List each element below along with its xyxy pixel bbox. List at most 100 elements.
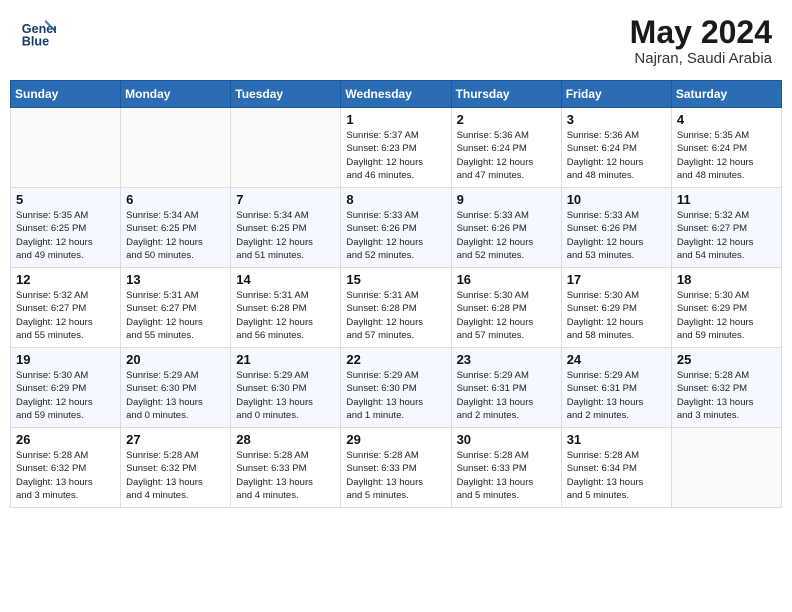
month-title: May 2024 (630, 15, 772, 50)
calendar-cell: 26 Sunrise: 5:28 AMSunset: 6:32 PMDayligh… (11, 428, 121, 508)
day-info: Sunrise: 5:28 AMSunset: 6:32 PMDaylight:… (677, 369, 776, 422)
calendar-cell: 22 Sunrise: 5:29 AMSunset: 6:30 PMDayligh… (341, 348, 451, 428)
day-number: 23 (457, 352, 556, 367)
calendar-cell: 13 Sunrise: 5:31 AMSunset: 6:27 PMDayligh… (121, 268, 231, 348)
day-info: Sunrise: 5:29 AMSunset: 6:30 PMDaylight:… (346, 369, 445, 422)
day-number: 25 (677, 352, 776, 367)
day-info: Sunrise: 5:33 AMSunset: 6:26 PMDaylight:… (567, 209, 666, 262)
day-number: 3 (567, 112, 666, 127)
day-info: Sunrise: 5:33 AMSunset: 6:26 PMDaylight:… (346, 209, 445, 262)
calendar-cell: 10 Sunrise: 5:33 AMSunset: 6:26 PMDayligh… (561, 188, 671, 268)
day-info: Sunrise: 5:37 AMSunset: 6:23 PMDaylight:… (346, 129, 445, 182)
title-area: May 2024 Najran, Saudi Arabia (630, 15, 772, 67)
weekday-header-thursday: Thursday (451, 81, 561, 108)
weekday-header-saturday: Saturday (671, 81, 781, 108)
weekday-header-wednesday: Wednesday (341, 81, 451, 108)
calendar-cell: 18Sunrise: 5:30 AMSunset: 6:29 PMDayligh… (671, 268, 781, 348)
day-number: 20 (126, 352, 225, 367)
calendar-table: SundayMondayTuesdayWednesdayThursdayFrid… (10, 80, 782, 508)
calendar-cell: 8 Sunrise: 5:33 AMSunset: 6:26 PMDaylight… (341, 188, 451, 268)
calendar-cell: 5 Sunrise: 5:35 AMSunset: 6:25 PMDaylight… (11, 188, 121, 268)
calendar-cell: 30 Sunrise: 5:28 AMSunset: 6:33 PMDayligh… (451, 428, 561, 508)
calendar-cell: 9 Sunrise: 5:33 AMSunset: 6:26 PMDaylight… (451, 188, 561, 268)
weekday-header-monday: Monday (121, 81, 231, 108)
day-number: 30 (457, 432, 556, 447)
calendar-cell: 23Sunrise: 5:29 AMSunset: 6:31 PMDayligh… (451, 348, 561, 428)
calendar-cell: 31Sunrise: 5:28 AMSunset: 6:34 PMDayligh… (561, 428, 671, 508)
day-number: 6 (126, 192, 225, 207)
day-info: Sunrise: 5:34 AMSunset: 6:25 PMDaylight:… (126, 209, 225, 262)
day-number: 2 (457, 112, 556, 127)
day-info: Sunrise: 5:36 AMSunset: 6:24 PMDaylight:… (457, 129, 556, 182)
day-info: Sunrise: 5:31 AMSunset: 6:28 PMDaylight:… (236, 289, 335, 342)
day-number: 11 (677, 192, 776, 207)
calendar-cell: 11Sunrise: 5:32 AMSunset: 6:27 PMDayligh… (671, 188, 781, 268)
day-info: Sunrise: 5:28 AMSunset: 6:32 PMDaylight:… (16, 449, 115, 502)
calendar-cell: 2 Sunrise: 5:36 AMSunset: 6:24 PMDaylight… (451, 108, 561, 188)
day-info: Sunrise: 5:28 AMSunset: 6:34 PMDaylight:… (567, 449, 666, 502)
day-info: Sunrise: 5:29 AMSunset: 6:30 PMDaylight:… (126, 369, 225, 422)
day-number: 8 (346, 192, 445, 207)
day-number: 4 (677, 112, 776, 127)
calendar-cell: 17 Sunrise: 5:30 AMSunset: 6:29 PMDayligh… (561, 268, 671, 348)
day-number: 28 (236, 432, 335, 447)
day-number: 13 (126, 272, 225, 287)
svg-text:Blue: Blue (22, 35, 49, 49)
day-info: Sunrise: 5:29 AMSunset: 6:30 PMDaylight:… (236, 369, 335, 422)
day-info: Sunrise: 5:30 AMSunset: 6:28 PMDaylight:… (457, 289, 556, 342)
calendar-cell (671, 428, 781, 508)
page-header: General Blue May 2024 Najran, Saudi Arab… (10, 10, 782, 72)
calendar-cell: 4 Sunrise: 5:35 AMSunset: 6:24 PMDaylight… (671, 108, 781, 188)
weekday-header-sunday: Sunday (11, 81, 121, 108)
day-info: Sunrise: 5:34 AMSunset: 6:25 PMDaylight:… (236, 209, 335, 262)
day-number: 26 (16, 432, 115, 447)
day-number: 7 (236, 192, 335, 207)
day-info: Sunrise: 5:35 AMSunset: 6:24 PMDaylight:… (677, 129, 776, 182)
day-info: Sunrise: 5:28 AMSunset: 6:33 PMDaylight:… (457, 449, 556, 502)
day-number: 5 (16, 192, 115, 207)
day-info: Sunrise: 5:30 AMSunset: 6:29 PMDaylight:… (16, 369, 115, 422)
day-number: 24 (567, 352, 666, 367)
logo: General Blue (20, 15, 56, 51)
day-number: 14 (236, 272, 335, 287)
calendar-cell: 20 Sunrise: 5:29 AMSunset: 6:30 PMDayligh… (121, 348, 231, 428)
day-info: Sunrise: 5:31 AMSunset: 6:27 PMDaylight:… (126, 289, 225, 342)
day-number: 17 (567, 272, 666, 287)
day-number: 9 (457, 192, 556, 207)
day-number: 27 (126, 432, 225, 447)
day-info: Sunrise: 5:33 AMSunset: 6:26 PMDaylight:… (457, 209, 556, 262)
day-number: 21 (236, 352, 335, 367)
calendar-cell: 12 Sunrise: 5:32 AMSunset: 6:27 PMDayligh… (11, 268, 121, 348)
calendar-week-5: 26 Sunrise: 5:28 AMSunset: 6:32 PMDayligh… (11, 428, 782, 508)
day-info: Sunrise: 5:32 AMSunset: 6:27 PMDaylight:… (16, 289, 115, 342)
calendar-cell (231, 108, 341, 188)
calendar-cell (11, 108, 121, 188)
weekday-header-row: SundayMondayTuesdayWednesdayThursdayFrid… (11, 81, 782, 108)
calendar-week-1: 1Sunrise: 5:37 AMSunset: 6:23 PMDaylight… (11, 108, 782, 188)
day-number: 29 (346, 432, 445, 447)
day-info: Sunrise: 5:28 AMSunset: 6:33 PMDaylight:… (236, 449, 335, 502)
day-number: 15 (346, 272, 445, 287)
calendar-cell: 29Sunrise: 5:28 AMSunset: 6:33 PMDayligh… (341, 428, 451, 508)
calendar-week-2: 5 Sunrise: 5:35 AMSunset: 6:25 PMDaylight… (11, 188, 782, 268)
logo-icon: General Blue (20, 15, 56, 51)
day-info: Sunrise: 5:30 AMSunset: 6:29 PMDaylight:… (567, 289, 666, 342)
day-number: 16 (457, 272, 556, 287)
calendar-cell: 7 Sunrise: 5:34 AMSunset: 6:25 PMDaylight… (231, 188, 341, 268)
calendar-cell: 24Sunrise: 5:29 AMSunset: 6:31 PMDayligh… (561, 348, 671, 428)
calendar-cell: 14 Sunrise: 5:31 AMSunset: 6:28 PMDayligh… (231, 268, 341, 348)
day-info: Sunrise: 5:36 AMSunset: 6:24 PMDaylight:… (567, 129, 666, 182)
day-number: 12 (16, 272, 115, 287)
weekday-header-friday: Friday (561, 81, 671, 108)
day-info: Sunrise: 5:30 AMSunset: 6:29 PMDaylight:… (677, 289, 776, 342)
day-info: Sunrise: 5:35 AMSunset: 6:25 PMDaylight:… (16, 209, 115, 262)
calendar-cell: 25 Sunrise: 5:28 AMSunset: 6:32 PMDayligh… (671, 348, 781, 428)
calendar-cell (121, 108, 231, 188)
calendar-cell: 27 Sunrise: 5:28 AMSunset: 6:32 PMDayligh… (121, 428, 231, 508)
day-number: 10 (567, 192, 666, 207)
day-number: 22 (346, 352, 445, 367)
calendar-cell: 19Sunrise: 5:30 AMSunset: 6:29 PMDayligh… (11, 348, 121, 428)
weekday-header-tuesday: Tuesday (231, 81, 341, 108)
day-info: Sunrise: 5:28 AMSunset: 6:32 PMDaylight:… (126, 449, 225, 502)
calendar-cell: 21 Sunrise: 5:29 AMSunset: 6:30 PMDayligh… (231, 348, 341, 428)
